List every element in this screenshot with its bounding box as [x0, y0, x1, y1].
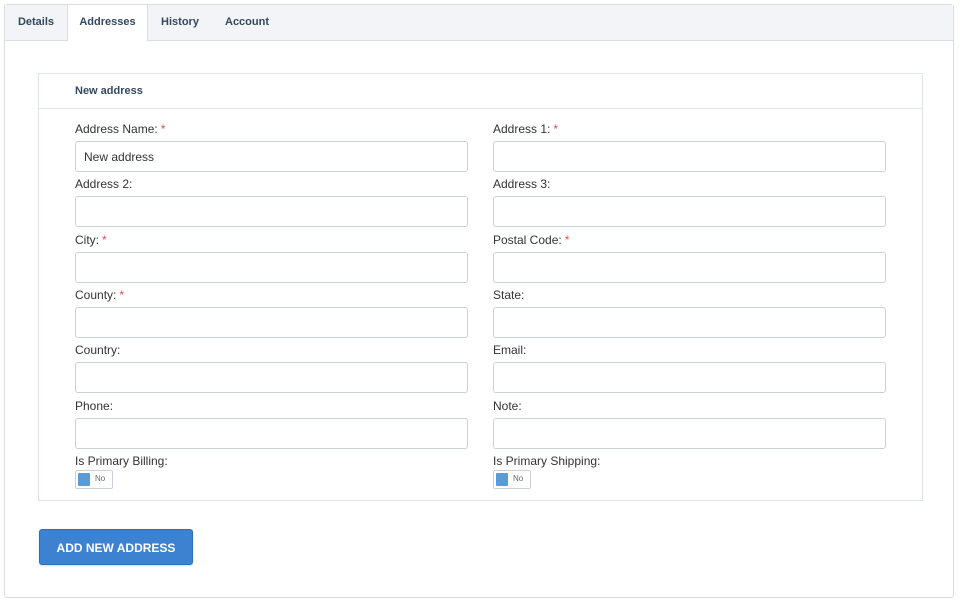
address2-label: Address 2:	[75, 177, 133, 191]
address1-label: Address 1:	[493, 122, 551, 136]
phone-input[interactable]	[75, 418, 468, 449]
address3-label: Address 3:	[493, 177, 551, 191]
tab-account[interactable]: Account	[212, 5, 282, 40]
county-label: County:	[75, 288, 117, 302]
primary-billing-group: Is Primary Billing: No	[75, 454, 468, 489]
county-group: County: *	[75, 288, 468, 338]
postal-code-input[interactable]	[493, 252, 886, 283]
primary-billing-label: Is Primary Billing:	[75, 454, 168, 468]
state-input[interactable]	[493, 307, 886, 338]
primary-shipping-label: Is Primary Shipping:	[493, 454, 601, 468]
phone-group: Phone:	[75, 399, 468, 449]
postal-code-group: Postal Code: *	[493, 233, 886, 283]
address-name-input[interactable]	[75, 141, 468, 172]
required-marker: *	[564, 233, 570, 247]
toggle-knob	[78, 473, 90, 486]
required-marker: *	[119, 288, 125, 302]
required-marker: *	[102, 233, 107, 247]
postal-code-label: Postal Code:	[493, 233, 562, 247]
county-input[interactable]	[75, 307, 468, 338]
country-input[interactable]	[75, 362, 468, 393]
address-editor: Details Addresses History Account New ad…	[4, 4, 954, 598]
required-marker: *	[160, 122, 166, 136]
country-group: Country:	[75, 343, 468, 393]
tab-history[interactable]: History	[148, 5, 212, 40]
address1-group: Address 1: *	[493, 122, 886, 172]
primary-billing-toggle[interactable]: No	[75, 470, 113, 489]
required-marker: *	[553, 122, 559, 136]
state-label: State:	[493, 288, 525, 302]
email-group: Email:	[493, 343, 886, 393]
email-label: Email:	[493, 343, 527, 357]
address1-input[interactable]	[493, 141, 886, 172]
toggle-state-text: No	[513, 474, 524, 483]
toggle-state-text: No	[95, 474, 106, 483]
new-address-panel: New address Address Name:* Address 1:* A…	[38, 73, 923, 501]
tab-bar: Details Addresses History Account	[5, 5, 953, 41]
note-group: Note:	[493, 399, 886, 449]
address-name-group: Address Name: *	[75, 122, 468, 172]
address3-group: Address 3:	[493, 177, 886, 227]
primary-shipping-group: Is Primary Shipping: No	[493, 454, 886, 489]
state-group: State:	[493, 288, 886, 338]
add-new-address-button[interactable]: ADD NEW ADDRESS	[39, 529, 193, 565]
primary-shipping-toggle[interactable]: No	[493, 470, 531, 489]
address3-input[interactable]	[493, 196, 886, 227]
note-label: Note:	[493, 399, 522, 413]
panel-title: New address	[75, 85, 143, 97]
city-label: City:	[75, 233, 99, 247]
panel-header: New address	[39, 74, 922, 109]
country-label: Country:	[75, 343, 121, 357]
note-input[interactable]	[493, 418, 886, 449]
address2-group: Address 2:	[75, 177, 468, 227]
city-input[interactable]	[75, 252, 468, 283]
address2-input[interactable]	[75, 196, 468, 227]
toggle-knob	[496, 473, 508, 486]
phone-label: Phone:	[75, 399, 114, 413]
city-group: City: *	[75, 233, 468, 283]
address-name-label: Address Name:	[75, 122, 158, 136]
tab-addresses[interactable]: Addresses	[67, 5, 148, 41]
tab-details[interactable]: Details	[5, 5, 67, 40]
email-input[interactable]	[493, 362, 886, 393]
